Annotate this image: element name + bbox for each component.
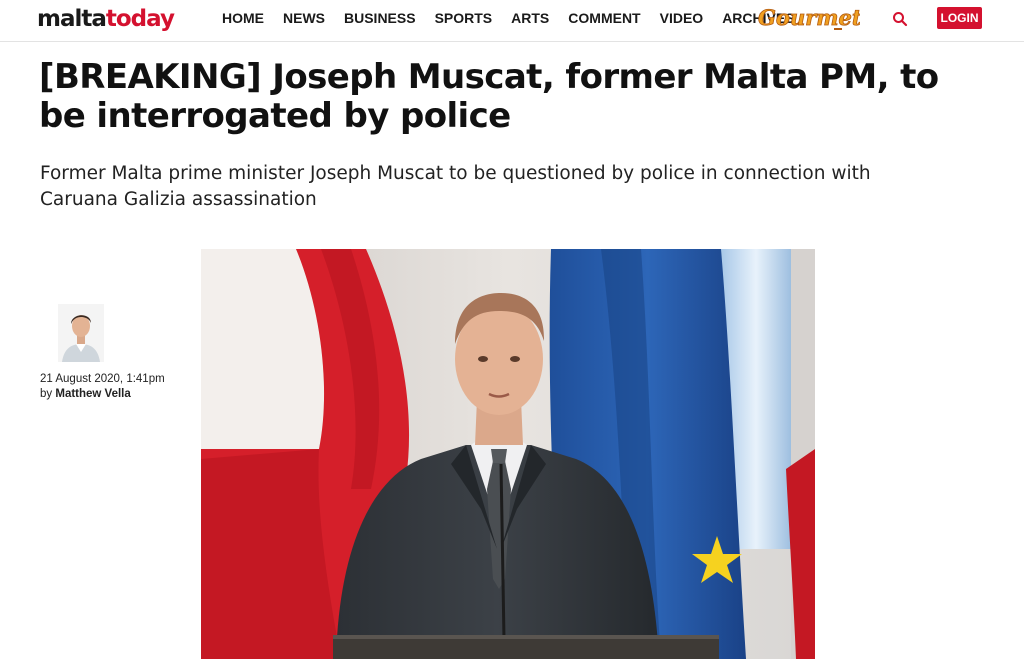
author-name[interactable]: Matthew Vella [55, 388, 130, 400]
gourmet-logo-text: Gourmet [758, 5, 860, 30]
nav-video[interactable]: VIDEO [660, 10, 704, 26]
nav-news[interactable]: NEWS [283, 10, 325, 26]
logo-part-malta: malta [37, 6, 107, 32]
nav-business[interactable]: BUSINESS [344, 10, 416, 26]
article-headline: [BREAKING] Joseph Muscat, former Malta P… [39, 57, 939, 136]
gourmet-logo: Gourmet [758, 5, 860, 31]
main-nav: HOME NEWS BUSINESS SPORTS ARTS COMMENT V… [222, 10, 795, 26]
article-byline: by Matthew Vella [40, 387, 131, 402]
nav-home[interactable]: HOME [222, 10, 264, 26]
nav-arts[interactable]: ARTS [511, 10, 549, 26]
logo-part-today: today [105, 6, 175, 32]
nav-comment[interactable]: COMMENT [568, 10, 640, 26]
login-button[interactable]: LOGIN [937, 7, 982, 29]
article-standfirst: Former Malta prime minister Joseph Musca… [40, 163, 871, 210]
site-logo[interactable]: maltatoday [37, 5, 175, 33]
byline-prefix: by [40, 388, 53, 400]
search-button[interactable] [892, 11, 908, 27]
author-avatar[interactable] [58, 304, 104, 362]
gourmet-logo-link[interactable]: Gourmet [756, 4, 860, 34]
article-date: 21 August 2020, 1:41pm [40, 373, 165, 385]
site-header: maltatoday HOME NEWS BUSINESS SPORTS ART… [0, 0, 1024, 42]
hero-photo-illustration [201, 249, 815, 659]
nav-sports[interactable]: SPORTS [435, 10, 493, 26]
hero-photo [201, 249, 815, 659]
search-icon [893, 12, 908, 27]
